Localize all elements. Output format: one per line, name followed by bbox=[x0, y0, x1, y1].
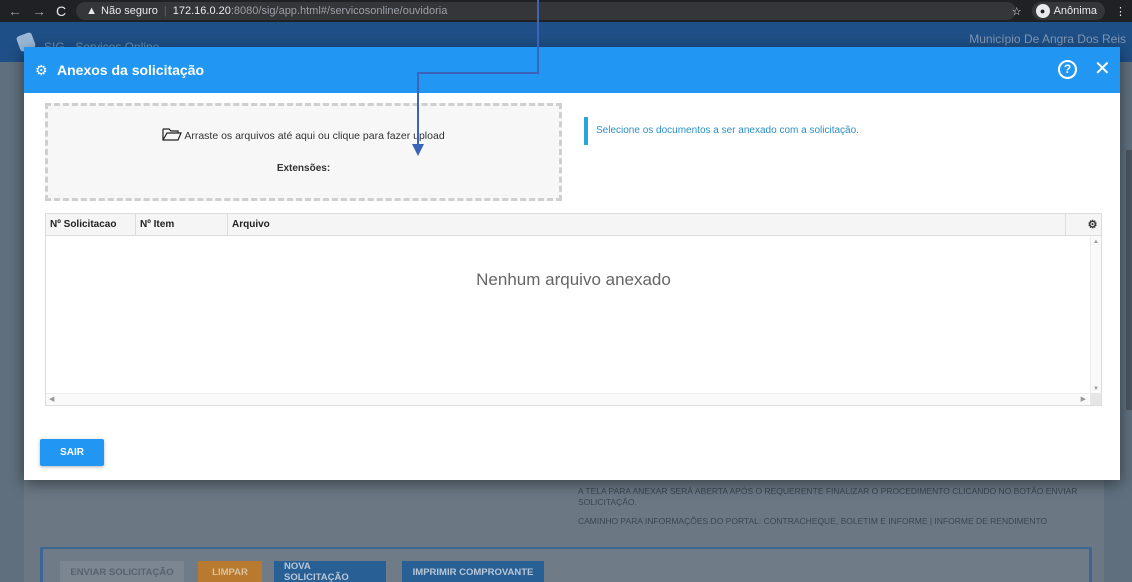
address-bar[interactable]: ▲ Não seguro | 172.16.0.20 :8080/sig/app… bbox=[76, 2, 1017, 20]
empty-message: Nenhum arquivo anexado bbox=[476, 270, 671, 289]
dropzone-text: Arraste os arquivos até aqui ou clique p… bbox=[184, 130, 445, 142]
gears-icon: ⚙ bbox=[35, 62, 48, 78]
help-icon[interactable]: ? bbox=[1058, 60, 1077, 79]
warning-icon: ▲ bbox=[86, 5, 98, 17]
municipio-label: Município De Angra Dos Reis bbox=[969, 32, 1126, 46]
bar-right-border bbox=[1089, 549, 1092, 582]
info-message: Selecione os documentos a ser anexado co… bbox=[584, 117, 1104, 145]
background-notes: A TELA PARA ANEXAR SERÁ ABERTA APÓS O RE… bbox=[578, 486, 1088, 535]
profile-label: Anônima bbox=[1053, 5, 1097, 17]
url-host: 172.16.0.20 bbox=[172, 5, 231, 17]
background-note: CAMINHO PARA INFORMAÇÕES DO PORTAL: CONT… bbox=[578, 516, 1048, 526]
browser-nav: ← → C bbox=[0, 3, 66, 19]
bar-left-border bbox=[40, 549, 43, 582]
scroll-up-icon[interactable]: ▲ bbox=[1093, 239, 1099, 245]
reload-icon[interactable]: C bbox=[56, 3, 66, 19]
star-icon[interactable]: ☆ bbox=[1012, 5, 1022, 18]
menu-icon[interactable]: ⋮ bbox=[1115, 5, 1126, 18]
url-path: :8080/sig/app.html#/servicosonline/ouvid… bbox=[230, 5, 448, 17]
browser-toolbar: ← → C ▲ Não seguro | 172.16.0.20 :8080/s… bbox=[0, 0, 1132, 22]
background-note: A TELA PARA ANEXAR SERÁ ABERTA APÓS O RE… bbox=[578, 486, 1078, 507]
folder-open-icon bbox=[162, 128, 183, 141]
attachments-modal: ⚙ Anexos da solicitação ? ✕ Arraste os a… bbox=[24, 47, 1120, 480]
exit-button[interactable]: SAIR bbox=[40, 439, 104, 466]
table-vertical-scrollbar[interactable]: ▲ ▼ bbox=[1090, 236, 1101, 394]
table-horizontal-scrollbar[interactable]: ◀ ▶ bbox=[46, 393, 1089, 405]
security-label: Não seguro bbox=[101, 5, 158, 17]
imprimir-comprovante-button[interactable]: IMPRIMIR COMPROVANTE bbox=[402, 561, 544, 582]
profile-button[interactable]: ● Anônima bbox=[1031, 2, 1105, 20]
upload-dropzone[interactable]: Arraste os arquivos até aqui ou clique p… bbox=[45, 103, 562, 201]
background-action-bar: ENVIAR SOLICITAÇÃO LIMPAR NOVA SOLICITAÇ… bbox=[40, 547, 1092, 582]
scrollbar-corner bbox=[1090, 393, 1101, 405]
table-header: Nº Solicitacao Nº Item Arquivo ⚙ bbox=[46, 214, 1101, 236]
modal-title: Anexos da solicitação bbox=[57, 62, 205, 78]
gear-icon[interactable]: ⚙ bbox=[1084, 214, 1101, 236]
enviar-solicitacao-button[interactable]: ENVIAR SOLICITAÇÃO bbox=[60, 561, 184, 582]
extensions-label: Extensões: bbox=[276, 163, 331, 174]
column-header-solicitacao[interactable]: Nº Solicitacao bbox=[46, 214, 136, 236]
page-scrollbar[interactable] bbox=[1126, 150, 1132, 410]
scroll-right-icon[interactable]: ▶ bbox=[1081, 395, 1086, 403]
nova-solicitacao-button[interactable]: NOVA SOLICITAÇÃO bbox=[274, 561, 386, 582]
dropzone-row: Arraste os arquivos até aqui ou clique p… bbox=[48, 127, 559, 142]
forward-icon[interactable]: → bbox=[32, 3, 46, 19]
scroll-down-icon[interactable]: ▼ bbox=[1093, 386, 1099, 392]
column-header-arquivo[interactable]: Arquivo bbox=[228, 214, 1066, 236]
attachments-table: Nº Solicitacao Nº Item Arquivo ⚙ Nenhum … bbox=[45, 213, 1102, 406]
modal-header: ⚙ Anexos da solicitação ? ✕ bbox=[24, 47, 1120, 93]
scroll-left-icon[interactable]: ◀ bbox=[49, 395, 54, 403]
incognito-icon: ● bbox=[1035, 4, 1050, 18]
column-header-item[interactable]: Nº Item bbox=[136, 214, 228, 236]
browser-right-controls: ☆ ● Anônima ⋮ bbox=[1012, 2, 1126, 20]
limpar-button[interactable]: LIMPAR bbox=[198, 561, 262, 582]
close-icon[interactable]: ✕ bbox=[1094, 58, 1111, 80]
back-icon[interactable]: ← bbox=[8, 3, 22, 19]
address-separator: | bbox=[163, 5, 167, 17]
